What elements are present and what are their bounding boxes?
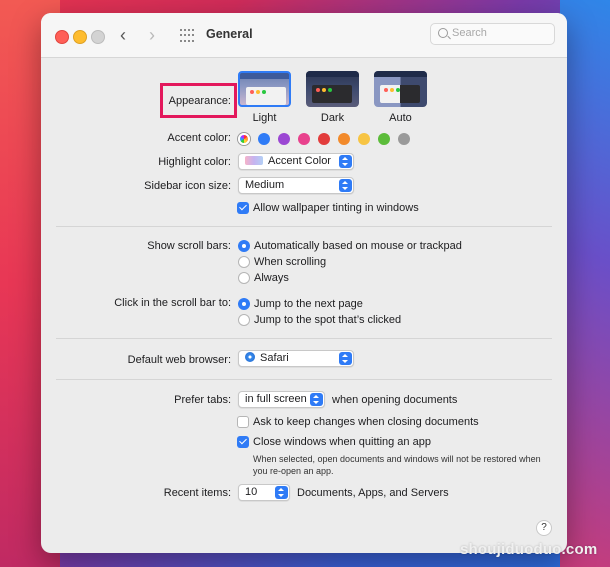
appearance-dark-thumb[interactable]	[306, 71, 359, 107]
search-field[interactable]	[430, 23, 555, 45]
accent-green-swatch[interactable]	[378, 133, 390, 145]
prefer-tabs-suffix: when opening documents	[332, 394, 458, 406]
popup-arrows-icon	[339, 155, 352, 168]
accent-color-label: Accent color:	[167, 132, 231, 144]
accent-graphite-swatch[interactable]	[398, 133, 410, 145]
titlebar: ‹ › General	[41, 13, 567, 58]
highlight-color-value: Accent Color	[268, 155, 331, 167]
sidebar-icon-size-popup[interactable]: Medium	[238, 177, 354, 194]
click-scroll-bar-label: Click in the scroll bar to:	[114, 297, 231, 309]
appearance-auto-label: Auto	[389, 112, 412, 124]
scroll-bars-when-scrolling-label: When scrolling	[254, 256, 327, 268]
appearance-dark-label: Dark	[320, 112, 345, 124]
sidebar-icon-size-value: Medium	[245, 179, 285, 191]
system-preferences-window: ‹ › General Appearance: Light Dark Auto …	[41, 13, 567, 553]
scroll-click-next-page-radio[interactable]	[238, 298, 250, 310]
show-scroll-bars-label: Show scroll bars:	[147, 240, 231, 252]
safari-compass-icon	[245, 352, 255, 362]
prefer-tabs-label: Prefer tabs:	[174, 394, 231, 406]
popup-arrows-icon	[275, 486, 288, 499]
close-windows-checkbox[interactable]	[237, 436, 249, 448]
watermark: shoujiduoduo.com	[460, 541, 598, 558]
default-browser-popup[interactable]: Safari	[238, 350, 354, 367]
help-button[interactable]: ?	[536, 520, 552, 536]
wallpaper-tinting-label: Allow wallpaper tinting in windows	[253, 202, 419, 214]
recent-items-suffix: Documents, Apps, and Servers	[297, 487, 449, 499]
accent-purple-swatch[interactable]	[278, 133, 290, 145]
prefer-tabs-value: in full screen	[245, 393, 307, 405]
search-icon	[438, 28, 448, 38]
window-title: General	[206, 27, 253, 41]
default-browser-value: Safari	[260, 352, 289, 364]
accent-blue-swatch[interactable]	[258, 133, 270, 145]
scroll-bars-always-label: Always	[254, 272, 289, 284]
appearance-light-label: Light	[252, 112, 277, 124]
scroll-bars-when-scrolling-radio[interactable]	[238, 256, 250, 268]
default-browser-label: Default web browser:	[127, 354, 231, 366]
accent-yellow-swatch[interactable]	[358, 133, 370, 145]
sidebar-icon-size-label: Sidebar icon size:	[144, 180, 231, 192]
divider	[56, 226, 552, 227]
wallpaper-tinting-checkbox[interactable]	[237, 202, 249, 214]
prefer-tabs-popup[interactable]: in full screen	[238, 391, 325, 408]
back-chevron-icon[interactable]: ‹	[120, 23, 126, 47]
forward-chevron-icon[interactable]: ›	[149, 23, 155, 47]
appearance-light-thumb[interactable]	[238, 71, 291, 107]
search-input[interactable]	[452, 27, 547, 39]
appearance-auto-thumb[interactable]	[374, 71, 427, 107]
show-all-grid-icon[interactable]	[180, 29, 194, 43]
appearance-label: Appearance:	[168, 95, 231, 107]
scroll-bars-always-radio[interactable]	[238, 272, 250, 284]
recent-items-popup[interactable]: 10	[238, 484, 290, 501]
accent-pink-swatch[interactable]	[298, 133, 310, 145]
accent-multicolor-swatch[interactable]	[238, 133, 250, 145]
accent-orange-swatch[interactable]	[338, 133, 350, 145]
highlight-color-popup[interactable]: Accent Color	[238, 153, 354, 170]
recent-items-label: Recent items:	[163, 487, 231, 499]
popup-arrows-icon	[339, 179, 352, 192]
wallpaper-right	[560, 0, 610, 567]
scroll-click-next-page-label: Jump to the next page	[254, 298, 363, 310]
popup-arrows-icon	[310, 393, 323, 406]
scroll-click-spot-label: Jump to the spot that’s clicked	[254, 314, 402, 326]
minimize-window-button[interactable]	[73, 30, 87, 44]
close-window-button[interactable]	[55, 30, 69, 44]
scroll-click-spot-radio[interactable]	[238, 314, 250, 326]
accent-red-swatch[interactable]	[318, 133, 330, 145]
ask-keep-changes-checkbox[interactable]	[237, 416, 249, 428]
divider	[56, 338, 552, 339]
highlight-gradient-icon	[245, 156, 263, 165]
popup-arrows-icon	[339, 352, 352, 365]
close-windows-note: When selected, open documents and window…	[253, 454, 541, 476]
ask-keep-changes-label: Ask to keep changes when closing documen…	[253, 416, 479, 428]
close-windows-label: Close windows when quitting an app	[253, 436, 431, 448]
highlight-color-label: Highlight color:	[158, 156, 231, 168]
divider	[56, 379, 552, 380]
scroll-bars-automatic-label: Automatically based on mouse or trackpad	[254, 240, 462, 252]
recent-items-value: 10	[245, 486, 258, 498]
zoom-window-button[interactable]	[91, 30, 105, 44]
scroll-bars-automatic-radio[interactable]	[238, 240, 250, 252]
